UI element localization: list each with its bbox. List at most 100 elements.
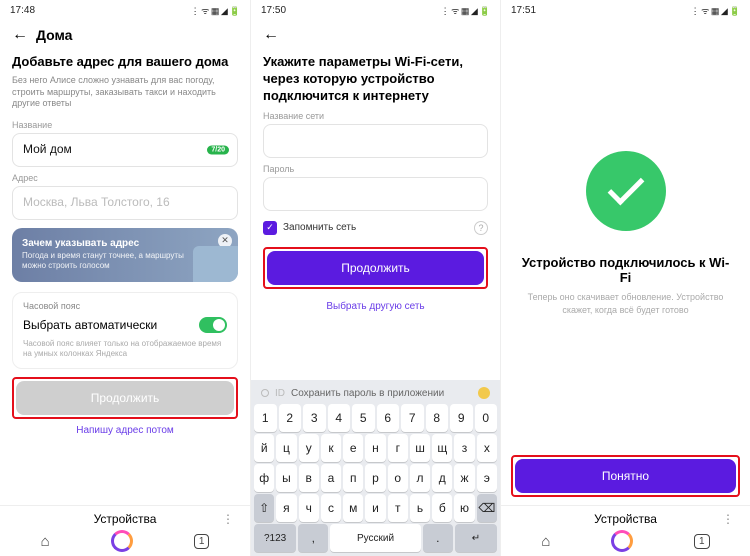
password-label: Пароль bbox=[263, 164, 488, 174]
later-link[interactable]: Напишу адрес потом bbox=[12, 425, 238, 436]
char-counter: 7/20 bbox=[207, 145, 229, 154]
key[interactable]: л bbox=[410, 464, 430, 492]
key[interactable]: 9 bbox=[450, 404, 473, 432]
bottom-bar: Устройства ⋮ ⌂ 1 bbox=[501, 505, 750, 556]
keyboard: ID Сохранить пароль в приложении 1234567… bbox=[251, 380, 500, 556]
key[interactable]: 8 bbox=[426, 404, 449, 432]
alice-icon[interactable] bbox=[111, 530, 133, 552]
timezone-toggle[interactable] bbox=[199, 317, 227, 333]
key[interactable]: к bbox=[321, 434, 341, 462]
key[interactable]: ш bbox=[410, 434, 430, 462]
continue-button[interactable]: Продолжить bbox=[267, 251, 484, 285]
key[interactable]: ч bbox=[299, 494, 319, 522]
key[interactable]: ю bbox=[454, 494, 474, 522]
back-icon[interactable]: ← bbox=[12, 26, 28, 44]
comma-key[interactable]: , bbox=[298, 524, 328, 552]
nav-bar: ← Дома bbox=[0, 20, 250, 50]
timezone-value: Выбрать автоматически bbox=[23, 318, 157, 332]
key[interactable]: ц bbox=[276, 434, 296, 462]
timezone-section: Часовой пояс Выбрать автоматически Часов… bbox=[12, 292, 238, 369]
alice-icon[interactable] bbox=[611, 530, 633, 552]
key[interactable]: р bbox=[365, 464, 385, 492]
kb-row-1: 1234567890 bbox=[254, 404, 497, 432]
key[interactable]: в bbox=[299, 464, 319, 492]
key[interactable]: й bbox=[254, 434, 274, 462]
home-icon[interactable]: ⌂ bbox=[41, 533, 50, 550]
remember-row[interactable]: ✓ Запомнить сеть ? bbox=[263, 221, 488, 235]
network-input[interactable] bbox=[263, 124, 488, 158]
space-key[interactable]: Русский bbox=[330, 524, 420, 552]
key[interactable]: 0 bbox=[475, 404, 498, 432]
key[interactable]: и bbox=[365, 494, 385, 522]
success-subtitle: Теперь оно скачивает обновление. Устройс… bbox=[517, 291, 734, 316]
key[interactable]: а bbox=[321, 464, 341, 492]
status-bar: 17:48 ⋮ ᯤ ▦ ◢ 🔋 bbox=[0, 0, 250, 20]
kb-row-3: фывапролджэ bbox=[254, 464, 497, 492]
tab-count-icon[interactable]: 1 bbox=[694, 534, 710, 549]
more-icon[interactable]: ⋮ bbox=[722, 512, 736, 526]
key[interactable]: 4 bbox=[328, 404, 351, 432]
key[interactable]: о bbox=[388, 464, 408, 492]
enter-key[interactable]: ↵ bbox=[455, 524, 497, 552]
key[interactable]: г bbox=[388, 434, 408, 462]
key[interactable]: ы bbox=[276, 464, 296, 492]
period-key[interactable]: . bbox=[423, 524, 453, 552]
status-bar: 17:50 ⋮ ᯤ ▦ ◢ 🔋 bbox=[251, 0, 500, 20]
key[interactable]: з bbox=[454, 434, 474, 462]
key[interactable]: с bbox=[321, 494, 341, 522]
key[interactable]: б bbox=[432, 494, 452, 522]
key[interactable]: н bbox=[365, 434, 385, 462]
key[interactable]: ь bbox=[410, 494, 430, 522]
home-icon[interactable]: ⌂ bbox=[541, 533, 550, 550]
key[interactable]: у bbox=[299, 434, 319, 462]
keyboard-suggestion[interactable]: ID Сохранить пароль в приложении bbox=[253, 384, 498, 402]
ok-highlight: Понятно bbox=[511, 455, 740, 497]
key[interactable]: 1 bbox=[254, 404, 277, 432]
tab-count-icon[interactable]: 1 bbox=[194, 534, 210, 549]
back-icon[interactable]: ← bbox=[263, 26, 279, 44]
status-icons: ⋮ ᯤ ▦ ◢ 🔋 bbox=[441, 4, 490, 17]
help-icon[interactable]: ? bbox=[474, 221, 488, 235]
key[interactable]: 6 bbox=[377, 404, 400, 432]
key[interactable]: э bbox=[477, 464, 497, 492]
key[interactable]: 5 bbox=[352, 404, 375, 432]
screen-add-address: 17:48 ⋮ ᯤ ▦ ◢ 🔋 ← Дома Добавьте адрес дл… bbox=[0, 0, 250, 556]
key[interactable]: 7 bbox=[401, 404, 424, 432]
key[interactable]: м bbox=[343, 494, 363, 522]
status-icons: ⋮ ᯤ ▦ ◢ 🔋 bbox=[191, 4, 240, 17]
screen-wifi: 17:50 ⋮ ᯤ ▦ ◢ 🔋 ← Укажите параметры Wi-F… bbox=[250, 0, 500, 556]
key[interactable]: д bbox=[432, 464, 452, 492]
success-title: Устройство подключилось к Wi-Fi bbox=[517, 255, 734, 285]
address-input[interactable]: Москва, Льва Толстого, 16 bbox=[12, 186, 238, 220]
key[interactable]: е bbox=[343, 434, 363, 462]
key[interactable]: ж bbox=[454, 464, 474, 492]
key[interactable]: х bbox=[477, 434, 497, 462]
shift-key[interactable]: ⇧ bbox=[254, 494, 274, 522]
globe-icon[interactable] bbox=[478, 387, 490, 399]
close-icon[interactable]: ✕ bbox=[218, 234, 232, 248]
backspace-key[interactable]: ⌫ bbox=[477, 494, 497, 522]
mode-key[interactable]: ?123 bbox=[254, 524, 296, 552]
promo-card[interactable]: ✕ Зачем указывать адрес Погода и время с… bbox=[12, 228, 238, 282]
checkbox-icon[interactable]: ✓ bbox=[263, 221, 277, 235]
key[interactable]: я bbox=[276, 494, 296, 522]
timezone-note: Часовой пояс влияет только на отображаем… bbox=[23, 339, 227, 360]
name-value: Мой дом bbox=[23, 142, 72, 156]
tab-title: Устройства ⋮ bbox=[511, 512, 740, 526]
kb-row-4: ⇧ячсмитьбю⌫ bbox=[254, 494, 497, 522]
continue-button[interactable]: Продолжить bbox=[16, 381, 234, 415]
ok-button[interactable]: Понятно bbox=[515, 459, 736, 493]
promo-title: Зачем указывать адрес bbox=[22, 238, 198, 249]
key[interactable]: п bbox=[343, 464, 363, 492]
key[interactable]: 2 bbox=[279, 404, 302, 432]
other-network-link[interactable]: Выбрать другую сеть bbox=[263, 301, 488, 312]
page-title: Дома bbox=[36, 27, 72, 43]
name-input[interactable]: Мой дом 7/20 bbox=[12, 133, 238, 167]
key[interactable]: щ bbox=[432, 434, 452, 462]
password-input[interactable] bbox=[263, 177, 488, 211]
more-icon[interactable]: ⋮ bbox=[222, 512, 236, 526]
key[interactable]: т bbox=[388, 494, 408, 522]
key[interactable]: 3 bbox=[303, 404, 326, 432]
tab-title: Устройства ⋮ bbox=[10, 512, 240, 526]
key[interactable]: ф bbox=[254, 464, 274, 492]
